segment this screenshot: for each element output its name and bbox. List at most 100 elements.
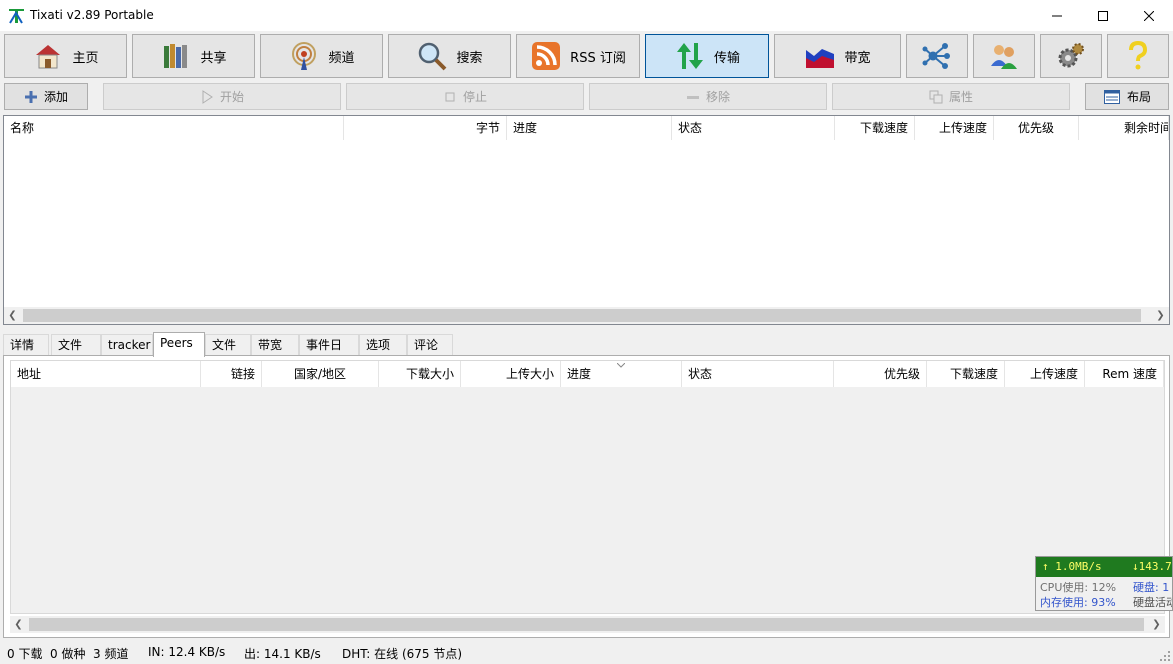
title-bar: Tixati v2.89 Portable <box>0 0 1173 31</box>
transfers-button[interactable]: 传输 <box>645 34 769 78</box>
minimize-button[interactable] <box>1034 0 1080 31</box>
close-button[interactable] <box>1126 0 1172 31</box>
tab-options[interactable]: 选项 <box>359 334 407 356</box>
peers-button[interactable] <box>973 34 1035 78</box>
col-link[interactable]: 链接 <box>201 361 262 387</box>
col-peer-priority[interactable]: 优先级 <box>834 361 927 387</box>
home-label: 主页 <box>72 50 99 66</box>
start-button[interactable]: 开始 <box>103 83 341 110</box>
scroll-left-arrow-icon[interactable]: ❮ <box>4 307 21 324</box>
upload-rate: ↑ 1.0MB/s <box>1042 560 1102 573</box>
dht-status: DHT: 在线 (675 节点) <box>342 647 463 661</box>
maximize-icon <box>1098 10 1108 21</box>
network-button[interactable] <box>906 34 968 78</box>
tab-peers[interactable]: Peers <box>153 332 205 357</box>
plus-icon <box>24 90 37 103</box>
resize-grip-icon[interactable] <box>1159 650 1171 662</box>
channels-label: 频道 <box>328 50 355 66</box>
question-mark-icon <box>1129 40 1148 70</box>
properties-button[interactable]: 属性 <box>832 83 1070 110</box>
transfers-header: 名称 字节 进度 状态 下载速度 上传速度 优先级 剩余时间 <box>4 116 1169 140</box>
col-name[interactable]: 名称 <box>4 116 344 140</box>
settings-button[interactable] <box>1040 34 1102 78</box>
bandwidth-label: 带宽 <box>844 50 871 66</box>
disk-activity: 硬盘活动 <box>1133 596 1173 609</box>
remove-label: 移除 <box>705 90 730 104</box>
search-icon <box>419 42 447 71</box>
stop-button[interactable]: 停止 <box>346 83 584 110</box>
disk-usage: 硬盘: 1 <box>1133 581 1170 594</box>
col-upload-speed[interactable]: 上传速度 <box>915 116 994 140</box>
share-button[interactable]: 共享 <box>132 34 255 78</box>
tab-bandwidth[interactable]: 带宽 <box>251 334 299 356</box>
tab-comments[interactable]: 评论 <box>407 334 453 356</box>
main-toolbar: 主页 共享 频道 搜索 RSS 订阅 传输 带宽 <box>0 31 1173 81</box>
tab-event-log[interactable]: 事件日志 <box>299 334 359 372</box>
col-address[interactable]: 地址 <box>11 361 201 387</box>
incoming-rate: IN: 12.4 KB/s <box>148 645 226 659</box>
minimize-icon <box>1052 15 1062 16</box>
peers-scroll-right-arrow-icon[interactable]: ❯ <box>1148 616 1165 633</box>
broadcast-antenna-icon <box>292 42 317 70</box>
col-time-remaining[interactable]: 剩余时间 <box>1079 116 1169 140</box>
peers-list[interactable]: 地址 链接 国家/地区 下载大小 上传大小 进度 状态 优先级 下载速度 上传速… <box>10 360 1165 614</box>
users-icon <box>991 45 1017 69</box>
col-peer-download-speed[interactable]: 下载速度 <box>927 361 1005 387</box>
speed-monitor-widget[interactable]: ↑ 1.0MB/s ↓143.7 CPU使用: 12% 硬盘: 1 内存使用: … <box>1035 556 1173 611</box>
memory-usage: 内存使用: 93% <box>1040 596 1116 609</box>
col-downloaded[interactable]: 下载大小 <box>379 361 461 387</box>
col-download-speed[interactable]: 下载速度 <box>835 116 915 140</box>
gear-icon <box>1058 43 1084 68</box>
home-button[interactable]: 主页 <box>4 34 127 78</box>
peers-scroll-left-arrow-icon[interactable]: ❮ <box>10 616 27 633</box>
scroll-thumb[interactable] <box>23 309 1141 322</box>
peers-panel: 地址 链接 国家/地区 下载大小 上传大小 进度 状态 优先级 下载速度 上传速… <box>3 355 1170 638</box>
tab-pieces[interactable]: 文件块 <box>205 334 251 372</box>
play-icon <box>202 89 213 104</box>
bandwidth-graph-icon <box>806 49 835 68</box>
properties-icon <box>929 90 943 103</box>
cpu-usage: CPU使用: 12% <box>1040 581 1117 594</box>
channels-button[interactable]: 频道 <box>260 34 383 78</box>
transfers-list[interactable]: 名称 字节 进度 状态 下载速度 上传速度 优先级 剩余时间 ❮ ❯ <box>3 115 1170 325</box>
peers-header: 地址 链接 国家/地区 下载大小 上传大小 进度 状态 优先级 下载速度 上传速… <box>11 361 1164 387</box>
col-peer-upload-speed[interactable]: 上传速度 <box>1005 361 1085 387</box>
peers-hscrollbar[interactable]: ❮ ❯ <box>10 616 1165 633</box>
col-priority[interactable]: 优先级 <box>994 116 1079 140</box>
minus-icon <box>686 95 699 99</box>
tab-files[interactable]: 文件 <box>51 334 101 356</box>
downloads-count: 0 下载 <box>7 647 43 661</box>
help-button[interactable] <box>1107 34 1169 78</box>
layout-icon <box>1103 89 1120 104</box>
add-button[interactable]: 添加 <box>4 83 88 110</box>
seeds-count: 0 做种 <box>50 647 86 661</box>
col-peer-status[interactable]: 状态 <box>682 361 834 387</box>
rss-button[interactable]: RSS 订阅 <box>516 34 640 78</box>
maximize-button[interactable] <box>1080 0 1126 31</box>
download-rate: ↓143.7 <box>1132 560 1172 573</box>
scroll-right-arrow-icon[interactable]: ❯ <box>1152 307 1169 324</box>
layout-button[interactable]: 布局 <box>1085 83 1169 110</box>
col-status[interactable]: 状态 <box>672 116 835 140</box>
tab-tracker[interactable]: tracker <box>101 334 153 356</box>
col-progress[interactable]: 进度 <box>507 116 672 140</box>
remove-button[interactable]: 移除 <box>589 83 827 110</box>
col-bytes[interactable]: 字节 <box>344 116 507 140</box>
stop-label: 停止 <box>462 90 487 104</box>
rss-label: RSS 订阅 <box>570 50 626 66</box>
sort-indicator-icon <box>617 363 625 368</box>
col-country[interactable]: 国家/地区 <box>262 361 379 387</box>
transfers-hscrollbar[interactable]: ❮ ❯ <box>4 307 1169 324</box>
tab-details[interactable]: 详情 <box>3 334 49 356</box>
peers-scroll-thumb[interactable] <box>29 618 1144 631</box>
rss-icon <box>532 42 561 70</box>
bandwidth-button[interactable]: 带宽 <box>774 34 901 78</box>
properties-label: 属性 <box>948 90 973 104</box>
col-rem-speed[interactable]: Rem 速度 <box>1085 361 1164 387</box>
status-bar: 0 下载 0 做种 3 频道 IN: 12.4 KB/s 出: 14.1 KB/… <box>0 641 1173 664</box>
search-button[interactable]: 搜索 <box>388 34 511 78</box>
detail-tabs: 详情 文件 tracker Peers 文件块 带宽 事件日志 选项 评论 <box>3 332 1170 372</box>
col-uploaded[interactable]: 上传大小 <box>461 361 561 387</box>
layout-label: 布局 <box>1126 90 1151 104</box>
channels-count: 3 频道 <box>93 647 129 661</box>
